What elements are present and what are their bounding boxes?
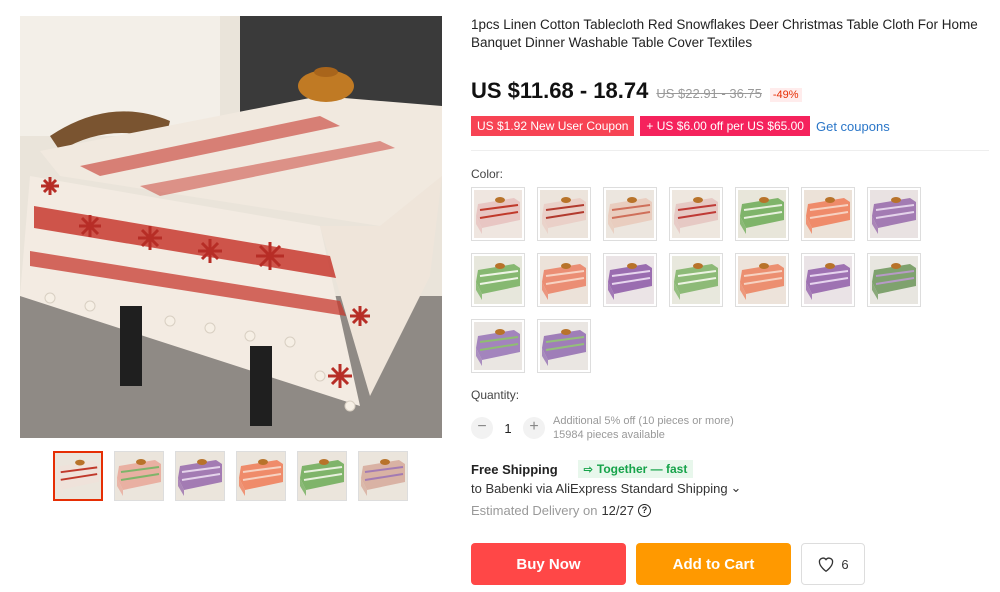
- quantity-label: Quantity:: [471, 388, 520, 402]
- chevron-down-icon: ⌄: [730, 480, 742, 495]
- thumbnail-purple[interactable]: [175, 451, 225, 501]
- thumbnail-mixed[interactable]: [114, 451, 164, 501]
- color-swatch-purple-floral[interactable]: [867, 187, 921, 241]
- color-swatch-purple-pattern[interactable]: [801, 253, 855, 307]
- color-swatch-red-plaid[interactable]: [603, 187, 657, 241]
- shipping-route-text: to Babenki via AliExpress Standard Shipp…: [471, 480, 728, 496]
- color-swatch-coral-check[interactable]: [735, 253, 789, 307]
- product-title: 1pcs Linen Cotton Tablecloth Red Snowfla…: [471, 17, 978, 50]
- thumbnail-salmon[interactable]: [236, 451, 286, 501]
- discount-badge: -49%: [769, 88, 802, 102]
- coupon-row: US $1.92 New User Coupon + US $6.00 off …: [471, 116, 890, 136]
- together-label: Together — fast: [596, 462, 688, 476]
- estimated-delivery: Estimated Delivery on 12/27 ?: [471, 503, 651, 518]
- color-swatch-green-stripe[interactable]: [735, 187, 789, 241]
- color-swatch-red-snowflake[interactable]: [471, 187, 525, 241]
- wishlist-button[interactable]: 6: [801, 543, 865, 585]
- color-swatch-red-deer[interactable]: [669, 187, 723, 241]
- divider: [471, 150, 989, 151]
- action-buttons: Buy Now Add to Cart 6: [471, 543, 865, 585]
- wishlist-count: 6: [841, 556, 849, 572]
- quantity-info: Additional 5% off (10 pieces or more) 15…: [553, 414, 734, 442]
- color-swatch-salmon-plaid[interactable]: [537, 253, 591, 307]
- quantity-minus-button[interactable]: −: [471, 417, 493, 439]
- color-swatch-green-violet[interactable]: [471, 319, 525, 373]
- get-coupons-link[interactable]: Get coupons: [816, 119, 890, 134]
- color-swatch-purple-snow[interactable]: [603, 253, 657, 307]
- stock-available: 15984 pieces available: [553, 429, 665, 441]
- estimated-label: Estimated Delivery on: [471, 503, 598, 518]
- new-user-coupon[interactable]: US $1.92 New User Coupon: [471, 116, 635, 136]
- product-info: 1pcs Linen Cotton Tablecloth Red Snowfla…: [471, 16, 989, 585]
- truck-icon: ⇨: [583, 463, 593, 476]
- color-swatch-red-snowflake-2[interactable]: [537, 187, 591, 241]
- store-coupon[interactable]: + US $6.00 off per US $65.00: [640, 116, 810, 136]
- price-row: US $11.68 - 18.74 US $22.91 - 36.75 -49%: [471, 78, 802, 104]
- color-swatch-violet-green[interactable]: [537, 319, 591, 373]
- buy-now-button[interactable]: Buy Now: [471, 543, 626, 585]
- color-swatch-green-purple[interactable]: [867, 253, 921, 307]
- bulk-discount-note: Additional 5% off (10 pieces or more): [553, 415, 734, 427]
- thumbnail-green[interactable]: [297, 451, 347, 501]
- thumbnail-mixed-2[interactable]: [358, 451, 408, 501]
- quantity-stepper: − 1 + Additional 5% off (10 pieces or mo…: [471, 414, 734, 442]
- main-product-image[interactable]: [20, 16, 442, 438]
- quantity-value[interactable]: 1: [493, 421, 523, 436]
- color-swatches: [471, 187, 931, 373]
- color-swatch-salmon-stripe[interactable]: [801, 187, 855, 241]
- price: US $11.68 - 18.74: [471, 78, 649, 103]
- thumbnail-strip: [53, 451, 408, 501]
- color-swatch-green-plaid[interactable]: [471, 253, 525, 307]
- color-swatch-green-check[interactable]: [669, 253, 723, 307]
- estimated-date: 12/27: [601, 503, 634, 518]
- quantity-plus-button[interactable]: +: [523, 417, 545, 439]
- together-badge: ⇨ Together — fast: [577, 460, 694, 478]
- help-icon[interactable]: ?: [638, 504, 651, 517]
- heart-icon: [819, 557, 834, 572]
- shipping-route[interactable]: to Babenki via AliExpress Standard Shipp…: [471, 480, 741, 496]
- free-shipping-label: Free Shipping: [471, 461, 558, 477]
- add-to-cart-button[interactable]: Add to Cart: [636, 543, 791, 585]
- thumbnail-red-snowflake[interactable]: [53, 451, 103, 501]
- color-label: Color:: [471, 167, 504, 181]
- original-price: US $22.91 - 36.75: [656, 86, 762, 101]
- shipping-header: Free Shipping ⇨ Together — fast: [471, 460, 694, 478]
